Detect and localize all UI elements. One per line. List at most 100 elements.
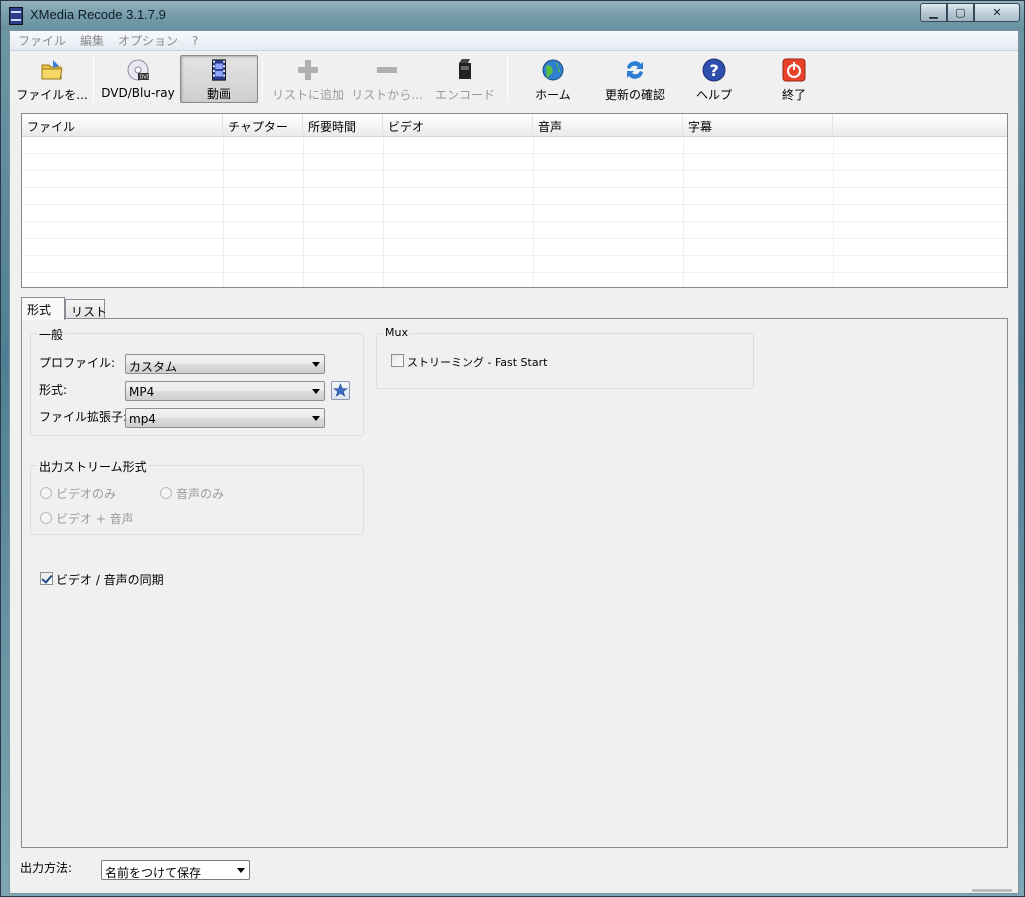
globe-icon [542, 59, 564, 81]
power-icon [782, 58, 806, 82]
help-button[interactable]: ? ヘルプ [675, 55, 753, 103]
streaming-fast-start-checkbox[interactable] [391, 354, 404, 367]
menu-edit[interactable]: 編集 [80, 32, 104, 49]
general-group-title: 一般 [37, 326, 66, 343]
toolbar-label: 終了 [781, 88, 806, 102]
extension-label: ファイル拡張子: [39, 410, 128, 424]
video-button[interactable]: 動画 [180, 55, 258, 103]
output-method-value: 名前をつけて保存 [105, 866, 202, 880]
exit-button[interactable]: 終了 [755, 55, 833, 103]
toolbar-label: DVD/Blu-ray [101, 86, 175, 100]
toolbar-label: ファイルを... [16, 88, 88, 102]
column-header-video[interactable]: ビデオ [383, 114, 533, 137]
column-header-chapter[interactable]: チャプター [223, 114, 303, 137]
resize-grip[interactable] [972, 889, 1012, 892]
help-icon: ? [702, 58, 726, 82]
maximize-icon: ▢ [955, 6, 966, 19]
file-list[interactable]: ファイル チャプター 所要時間 ビデオ 音声 字幕 [21, 113, 1008, 288]
table-row[interactable] [22, 205, 1007, 222]
client-area: ファイル 編集 オプション ? ファイルを... DVD DVD/Blu-ray… [9, 30, 1019, 894]
table-row[interactable] [22, 239, 1007, 256]
refresh-icon [627, 61, 643, 79]
profile-select[interactable]: カスタム [125, 354, 325, 374]
column-header-audio[interactable]: 音声 [533, 114, 683, 137]
table-row[interactable] [22, 137, 1007, 154]
menu-help[interactable]: ? [192, 34, 198, 48]
video-only-label: ビデオのみ [56, 487, 117, 501]
close-button[interactable]: ✕ [974, 3, 1020, 22]
toolbar-separator [93, 56, 94, 102]
file-list-header: ファイル チャプター 所要時間 ビデオ 音声 字幕 [22, 114, 1007, 137]
mux-group-title: Mux [383, 326, 410, 339]
tab-format[interactable]: 形式 [21, 297, 65, 320]
table-row[interactable] [22, 222, 1007, 239]
open-file-button[interactable]: ファイルを... [12, 55, 92, 103]
extension-select-value: mp4 [129, 412, 156, 426]
toolbar-label: エンコード [434, 88, 495, 102]
plus-icon [298, 60, 318, 80]
favorite-button[interactable] [331, 381, 350, 400]
remove-from-list-button[interactable]: リストから... [348, 55, 426, 103]
av-sync-label: ビデオ / 音声の同期 [56, 573, 164, 587]
extension-select[interactable]: mp4 [125, 408, 325, 428]
output-stream-group-title: 出力ストリーム形式 [37, 458, 149, 475]
table-row[interactable] [22, 154, 1007, 171]
minimize-icon: ▁ [929, 6, 938, 19]
output-method-label: 出力方法: [20, 861, 73, 875]
chevron-down-icon [237, 868, 245, 873]
add-to-list-button[interactable]: リストに追加 [268, 55, 348, 103]
toolbar-label: 動画 [206, 87, 231, 101]
window-controls: ▁ ▢ ✕ [920, 3, 1020, 22]
table-row[interactable] [22, 171, 1007, 188]
toolbar-label: ヘルプ [695, 88, 732, 102]
video-audio-label: ビデオ + 音声 [56, 512, 134, 526]
svg-text:?: ? [710, 61, 719, 80]
minus-icon [377, 67, 397, 73]
encode-icon [459, 59, 471, 79]
format-tab-panel: 一般 プロファイル: カスタム 形式: MP4 ファイル拡張子: mp4 Mux… [21, 318, 1008, 848]
video-audio-radio[interactable] [40, 512, 52, 524]
check-update-button[interactable]: 更新の確認 [595, 55, 675, 103]
toolbar-label: ホーム [535, 88, 571, 102]
mux-group: Mux ストリーミング - Fast Start [376, 326, 754, 389]
av-sync-checkbox[interactable] [40, 572, 53, 585]
film-strip-icon [212, 59, 226, 81]
menu-file[interactable]: ファイル [18, 32, 66, 49]
streaming-fast-start-label: ストリーミング - Fast Start [407, 356, 548, 369]
close-icon: ✕ [992, 6, 1002, 19]
general-group: 一般 プロファイル: カスタム 形式: MP4 ファイル拡張子: mp4 [30, 326, 364, 436]
toolbar-separator [262, 56, 263, 102]
table-row[interactable] [22, 256, 1007, 273]
chevron-down-icon [312, 362, 320, 367]
profile-select-value: カスタム [129, 360, 178, 374]
audio-only-radio[interactable] [160, 487, 172, 499]
open-folder-icon [41, 60, 63, 80]
format-label: 形式: [39, 383, 68, 397]
window-title: XMedia Recode 3.1.7.9 [30, 7, 166, 22]
maximize-button[interactable]: ▢ [947, 3, 974, 22]
table-row[interactable] [22, 273, 1007, 287]
home-button[interactable]: ホーム [515, 55, 591, 103]
column-header-duration[interactable]: 所要時間 [303, 114, 383, 137]
title-bar[interactable]: XMedia Recode 3.1.7.9 ▁ ▢ ✕ [1, 1, 1024, 31]
svg-text:DVD: DVD [140, 75, 151, 81]
video-only-radio[interactable] [40, 487, 52, 499]
minimize-button[interactable]: ▁ [920, 3, 947, 22]
table-row[interactable] [22, 188, 1007, 205]
app-icon [9, 7, 23, 25]
encode-button[interactable]: エンコード [430, 55, 500, 103]
dvd-disc-icon: DVD [127, 59, 151, 81]
audio-only-label: 音声のみ [176, 487, 225, 501]
format-select[interactable]: MP4 [125, 381, 325, 401]
tab-list[interactable]: リスト [65, 299, 107, 319]
dvd-bluray-button[interactable]: DVD DVD/Blu-ray [98, 55, 178, 103]
app-window: XMedia Recode 3.1.7.9 ▁ ▢ ✕ ファイル 編集 オプショ… [0, 0, 1025, 897]
toolbar: ファイルを... DVD DVD/Blu-ray 動画 リストに追加 リストから… [10, 52, 1018, 106]
menu-bar: ファイル 編集 オプション ? [10, 31, 1018, 51]
column-header-file[interactable]: ファイル [22, 114, 223, 137]
output-method-select[interactable]: 名前をつけて保存 [101, 860, 250, 880]
toolbar-label: 更新の確認 [604, 88, 665, 102]
menu-options[interactable]: オプション [118, 32, 178, 49]
toolbar-label: リストから... [351, 88, 423, 102]
column-header-subtitle[interactable]: 字幕 [683, 114, 833, 137]
